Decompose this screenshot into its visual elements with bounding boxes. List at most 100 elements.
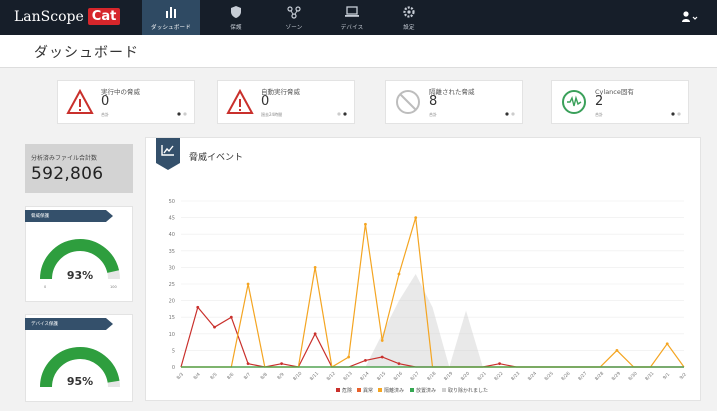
warning-icon (226, 88, 254, 114)
nav-label: 保護 (230, 25, 242, 31)
cylance-unique-card[interactable]: Cylance固有 2 合計 (551, 80, 689, 124)
brand-cat-badge: Cat (87, 8, 121, 25)
legend-swatch (336, 388, 340, 392)
x-tick-label: 8/21 (476, 371, 487, 382)
pager-dots-icon[interactable] (176, 112, 188, 116)
x-tick-label: 8/15 (376, 371, 387, 382)
legend-label: 取り除かれました (448, 387, 488, 394)
user-menu-button[interactable] (681, 10, 699, 26)
nav-settings[interactable]: 設定 (380, 0, 438, 35)
gauge-max: 100 (110, 285, 117, 289)
y-tick-label: 0 (172, 365, 175, 371)
pager-dots-icon[interactable] (670, 112, 682, 116)
nav-label: ダッシュボード (151, 25, 191, 31)
x-tick-label: 8/5 (209, 372, 218, 381)
analyzed-files-label: 分析済みファイル合計数 (31, 155, 98, 162)
nav-protection[interactable]: 保護 (207, 0, 265, 35)
x-tick-label: 9/2 (679, 372, 688, 381)
y-tick-label: 10 (169, 332, 175, 338)
analyzed-files-panel: 分析済みファイル合計数 592,806 (25, 144, 133, 193)
gauge-value: 93% (66, 269, 94, 282)
data-point (364, 222, 367, 226)
x-tick-label: 8/25 (543, 371, 554, 382)
data-point (380, 339, 384, 342)
legend-label: 異常 (363, 387, 373, 394)
card-value: 0 (101, 94, 110, 109)
legend-swatch (378, 388, 382, 392)
y-tick-label: 20 (169, 299, 175, 305)
x-tick-label: 8/31 (644, 371, 655, 382)
x-tick-label: 8/19 (443, 371, 454, 382)
series-area-removed (181, 274, 684, 367)
x-tick-label: 8/30 (627, 371, 638, 382)
network-icon (287, 6, 301, 19)
y-tick-label: 35 (169, 249, 175, 255)
x-tick-label: 8/24 (527, 371, 538, 382)
x-tick-label: 8/9 (276, 372, 285, 381)
blocked-icon (396, 90, 420, 114)
card-subtitle: 合計 (429, 112, 437, 117)
x-tick-label: 8/29 (611, 371, 622, 382)
x-tick-label: 8/22 (493, 371, 504, 382)
card-subtitle: 合計 (595, 112, 603, 117)
gauge-min: 0 (44, 285, 47, 289)
y-tick-label: 30 (169, 265, 175, 271)
y-tick-label: 25 (169, 282, 175, 288)
x-tick-label: 8/18 (426, 371, 437, 382)
data-point (313, 266, 317, 269)
pager-dots-icon[interactable] (336, 112, 348, 116)
legend-swatch (410, 388, 414, 392)
nav-label: 設定 (403, 25, 415, 31)
x-tick-label: 8/6 (226, 372, 235, 381)
gauge-label: 脅威保護 (25, 210, 113, 222)
data-point (397, 362, 401, 366)
legend-swatch (442, 388, 446, 392)
x-tick-label: 8/23 (510, 371, 521, 382)
x-tick-label: 8/4 (192, 372, 201, 381)
top-nav-bar: LanScope Cat ダッシュボード 保護 ゾーン デバイス 設定 (0, 0, 717, 35)
card-subtitle: 合計 (101, 112, 109, 117)
nav-dashboard[interactable]: ダッシュボード (142, 0, 200, 35)
warning-icon (66, 88, 94, 114)
data-point (414, 216, 418, 219)
data-point (229, 315, 233, 319)
x-tick-label: 8/10 (292, 371, 303, 382)
data-point (364, 358, 367, 362)
nav-label: ゾーン (285, 25, 303, 31)
gauge-label: デバイス保護 (25, 318, 113, 330)
threat-events-panel: 脅威イベント 0 5 10 15 20 25 30 35 40 45 50 8/3 8/4 8/5 8/6 8… (145, 137, 701, 401)
autorun-threats-card[interactable]: 自動実行脅威 0 過去24時間 (217, 80, 355, 124)
device-protection-gauge-panel: デバイス保護 95% (25, 314, 133, 402)
x-tick-label: 8/7 (243, 372, 252, 381)
data-point (280, 362, 283, 366)
quarantined-threats-card[interactable]: 隔離された脅威 8 合計 (385, 80, 523, 124)
data-point (246, 362, 250, 366)
data-point (397, 272, 401, 276)
pager-dots-icon[interactable] (504, 112, 516, 116)
card-value: 2 (595, 94, 604, 109)
data-point (196, 305, 200, 309)
threat-protection-gauge-panel: 脅威保護 93% 0 100 (25, 206, 133, 302)
legend-label: 隔離済み (384, 387, 404, 394)
nav-devices[interactable]: デバイス (323, 0, 381, 35)
page-title: ダッシュボード (34, 45, 139, 61)
data-point (498, 362, 501, 366)
cylance-icon (562, 90, 586, 114)
data-point (213, 325, 216, 329)
data-point (665, 342, 669, 346)
threat-events-chart: 0 5 10 15 20 25 30 35 40 45 50 8/3 8/4 8/5 8/6 8/7 8/8 8/… (169, 199, 688, 394)
shield-icon (231, 6, 241, 18)
running-threats-card[interactable]: 実行中の脅威 0 合計 (57, 80, 195, 124)
nav-zones[interactable]: ゾーン (265, 0, 323, 35)
x-tick-label: 8/11 (309, 371, 320, 382)
data-point (313, 332, 317, 336)
data-point (380, 355, 384, 359)
y-tick-label: 45 (169, 216, 175, 222)
page-header: ダッシュボード (0, 35, 717, 68)
x-tick-label: 8/12 (325, 371, 336, 382)
app-logo[interactable]: LanScope Cat (14, 8, 121, 25)
x-tick-label: 8/8 (259, 372, 268, 381)
data-point (347, 355, 351, 359)
x-tick-label: 8/26 (560, 371, 571, 382)
x-tick-label: 9/1 (662, 372, 671, 381)
